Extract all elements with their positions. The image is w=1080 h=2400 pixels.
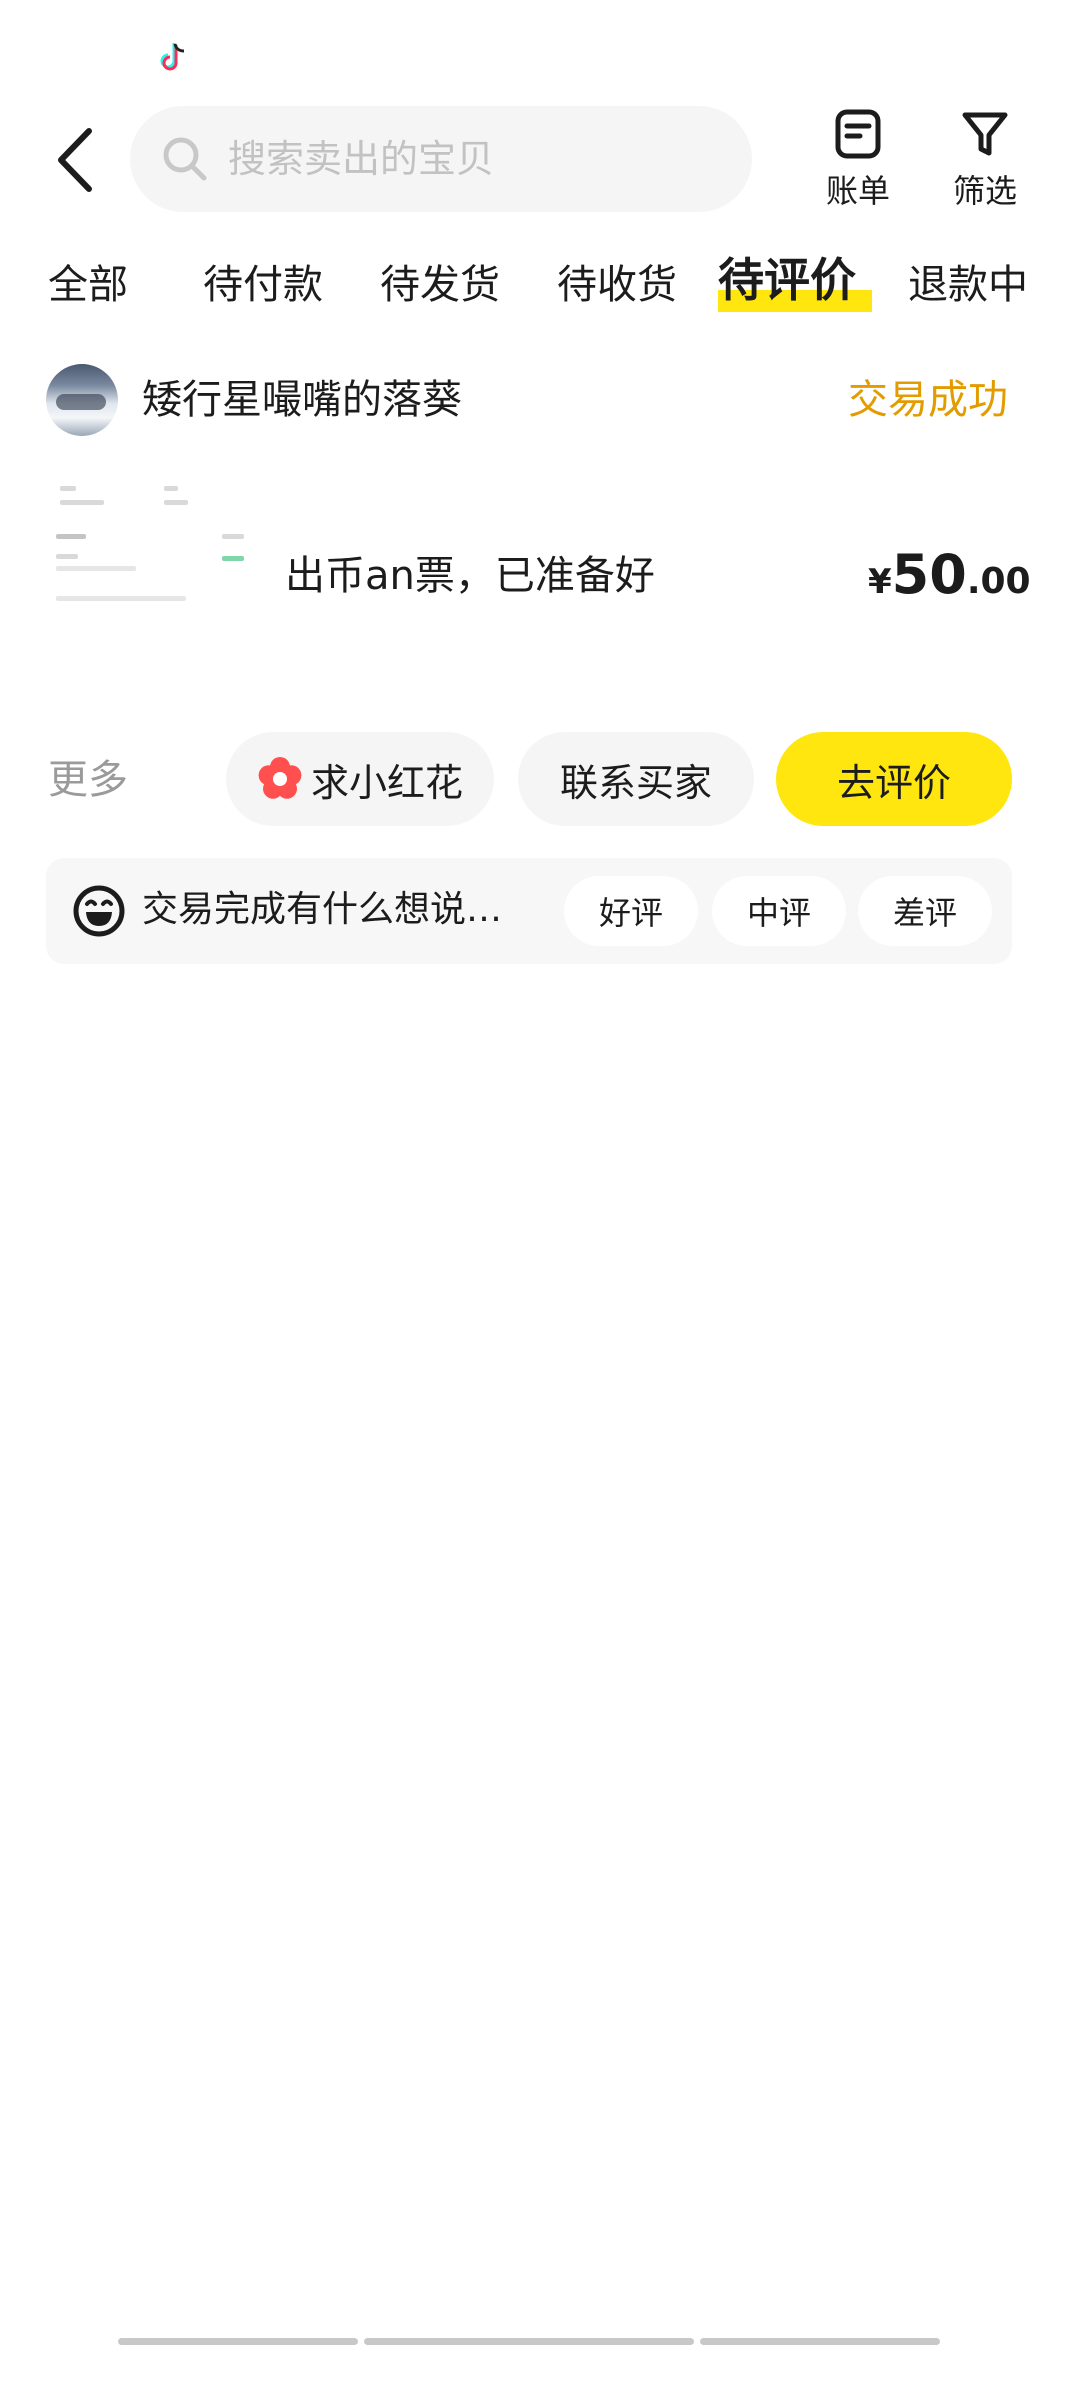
red-flower-icon bbox=[258, 757, 302, 799]
search-input[interactable] bbox=[228, 137, 708, 181]
tab-pending-payment[interactable]: 待付款 bbox=[203, 255, 323, 315]
bad-review-chip[interactable]: 差评 bbox=[858, 876, 992, 946]
bill-button[interactable]: 账单 bbox=[808, 108, 908, 218]
filter-label: 筛选 bbox=[952, 172, 1017, 210]
tab-pending-review[interactable]: 待评价 bbox=[718, 250, 856, 310]
search-bar[interactable] bbox=[130, 106, 752, 212]
buyer-avatar[interactable] bbox=[46, 364, 118, 436]
more-button[interactable]: 更多 bbox=[48, 752, 128, 808]
tiktok-icon bbox=[160, 43, 185, 71]
good-review-chip[interactable]: 好评 bbox=[564, 876, 698, 946]
filter-button[interactable]: 筛选 bbox=[935, 108, 1035, 218]
product-thumbnail[interactable] bbox=[46, 466, 256, 616]
tab-refunding[interactable]: 退款中 bbox=[908, 255, 1028, 315]
go-review-button[interactable]: 去评价 bbox=[776, 732, 1012, 826]
order-price: ¥50.00 bbox=[868, 540, 1031, 623]
tab-all[interactable]: 全部 bbox=[48, 255, 128, 315]
tab-pending-shipment[interactable]: 待发货 bbox=[380, 255, 500, 315]
search-icon bbox=[163, 137, 207, 181]
tab-pending-receipt[interactable]: 待收货 bbox=[557, 255, 677, 315]
back-button[interactable] bbox=[40, 118, 110, 202]
order-status: 交易成功 bbox=[848, 377, 1008, 423]
buyer-name[interactable]: 矮行星嘬嘴的落葵 bbox=[142, 372, 462, 428]
product-title[interactable]: 出币an票，已准备好 bbox=[285, 548, 655, 604]
gesture-bar-segment bbox=[118, 2338, 358, 2345]
gesture-bar-segment bbox=[700, 2338, 940, 2345]
price-decimal: .00 bbox=[966, 561, 1031, 602]
laughing-face-icon bbox=[73, 885, 125, 937]
price-integer: 50 bbox=[891, 543, 967, 606]
bill-label: 账单 bbox=[825, 172, 890, 210]
ask-flower-button[interactable]: 求小红花 bbox=[226, 732, 494, 826]
chevron-left-icon bbox=[58, 128, 92, 192]
feedback-prompt[interactable]: 交易完成有什么想说… bbox=[142, 882, 502, 938]
bill-icon bbox=[835, 109, 881, 159]
ask-flower-label: 求小红花 bbox=[310, 760, 463, 805]
price-currency: ¥ bbox=[868, 562, 892, 602]
gesture-bar-segment bbox=[364, 2338, 694, 2345]
neutral-review-chip[interactable]: 中评 bbox=[712, 876, 846, 946]
filter-icon bbox=[962, 112, 1008, 156]
contact-buyer-button[interactable]: 联系买家 bbox=[518, 732, 754, 826]
